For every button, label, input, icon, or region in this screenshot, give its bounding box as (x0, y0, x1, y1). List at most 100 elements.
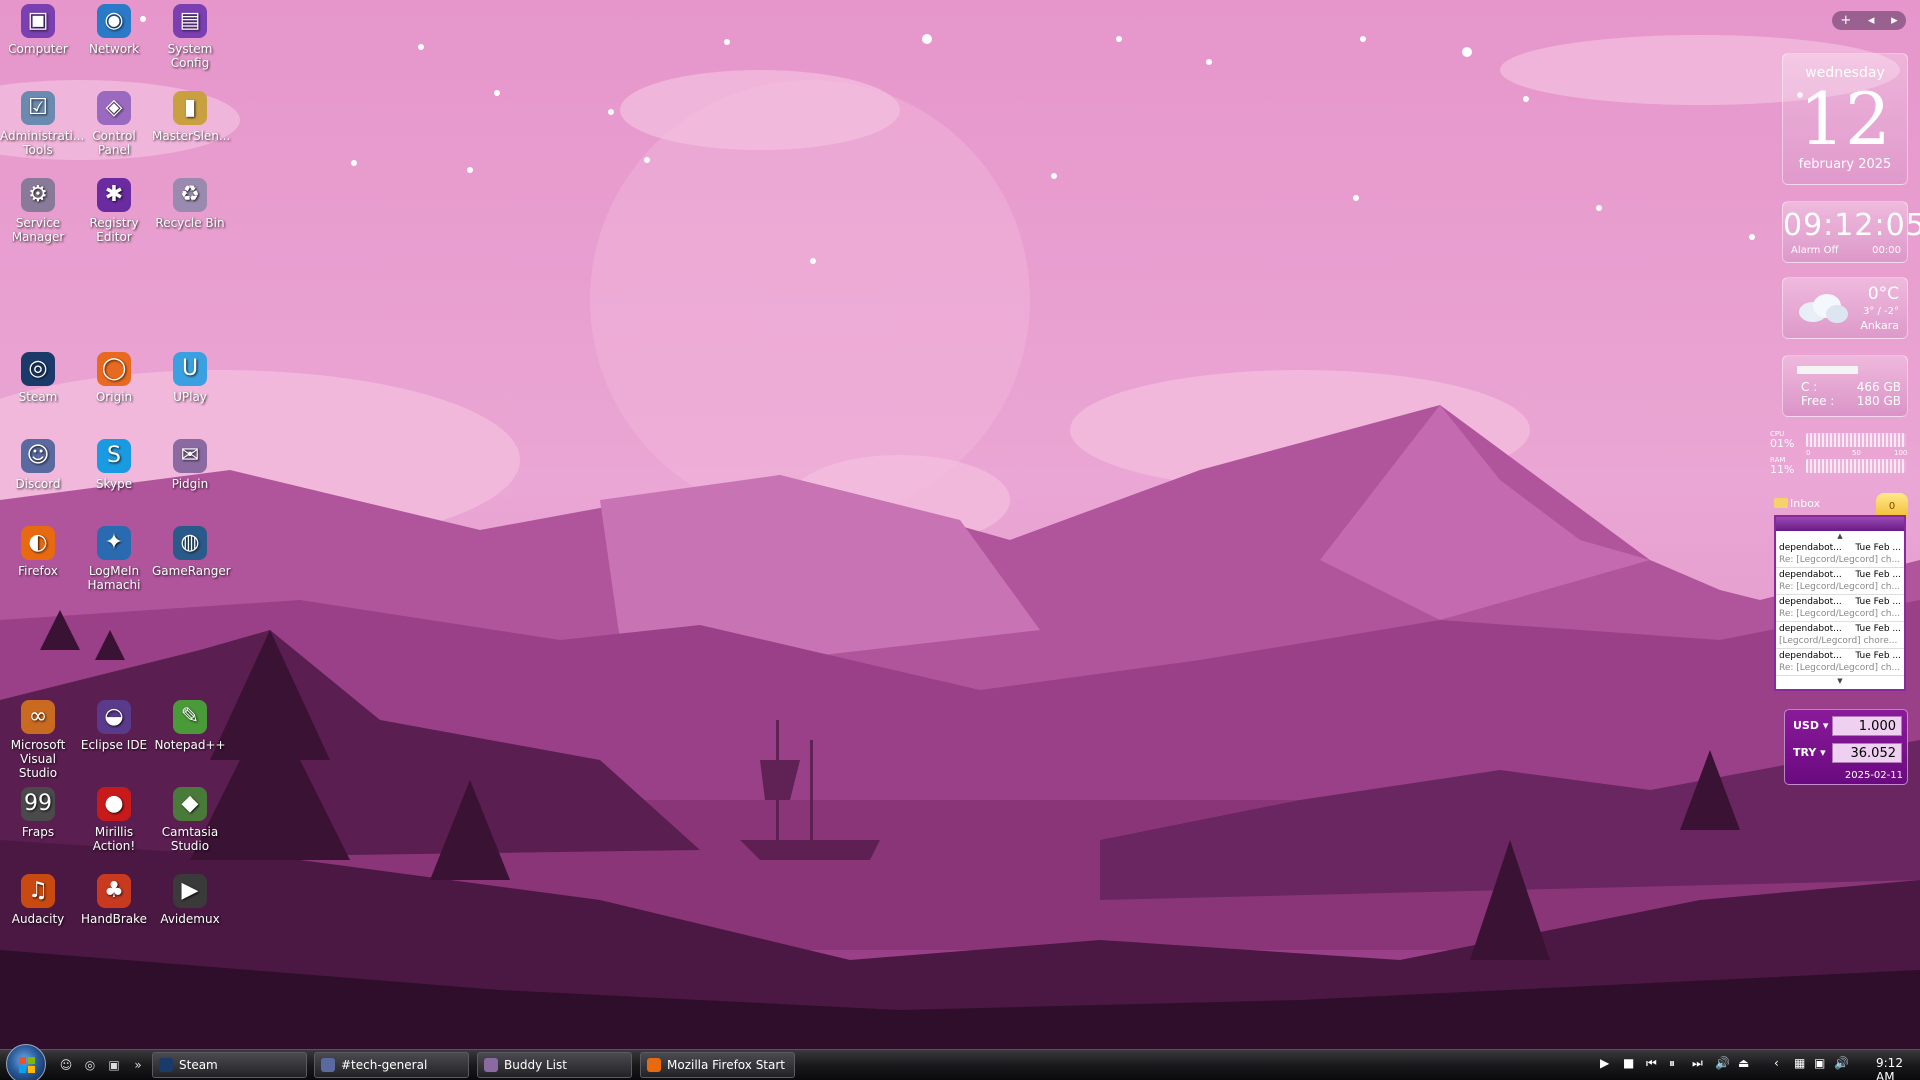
mail-item[interactable]: dependabot... Tue Feb ... Re: [Legcord/Leg… (1776, 541, 1904, 568)
app-icon: ◍ (173, 526, 207, 560)
desktop-icon[interactable]: ◈ Control Panel (76, 91, 152, 157)
quick-launch-icon[interactable]: » (130, 1057, 146, 1073)
desktop-icon[interactable]: ✦ LogMeIn Hamachi (76, 526, 152, 592)
desktop-icon[interactable]: 99 Fraps (0, 787, 76, 839)
desktop-icon-label: Microsoft Visual Studio (10, 738, 66, 780)
tray-icon[interactable]: 🔊 (1834, 1056, 1849, 1070)
desktop-icon[interactable]: S Skype (76, 439, 152, 491)
wallpaper (0, 0, 1920, 1080)
mail-folder-title: Inbox (1790, 497, 1821, 510)
app-icon: U (173, 352, 207, 386)
desktop-icon-label: Control Panel (92, 129, 136, 157)
app-icon: ♫ (21, 874, 55, 908)
desktop-icon[interactable]: ✎ Notepad++ (152, 700, 228, 752)
desktop-icon[interactable]: ◯ Origin (76, 352, 152, 404)
desktop-icon[interactable]: ✱ Registry Editor (76, 178, 152, 244)
start-button[interactable] (6, 1044, 46, 1080)
quick-launch-icon[interactable]: ☺ (58, 1057, 74, 1073)
media-control-icon[interactable]: 🔊 (1715, 1056, 1730, 1070)
taskbar-button[interactable]: Steam (152, 1052, 307, 1078)
media-control-icon[interactable]: ⏏ (1738, 1056, 1749, 1070)
desktop-icon[interactable]: ☑ Administrati... Tools (0, 91, 84, 157)
desktop-icon[interactable]: ☺ Discord (0, 439, 76, 491)
calendar-day: 12 (1799, 77, 1891, 161)
next-page-button[interactable]: ▸ (1891, 13, 1898, 28)
desktop-icon[interactable]: ▣ Computer (0, 4, 76, 56)
desktop-icon-label: LogMeIn Hamachi (87, 564, 141, 592)
media-control-icon[interactable]: ⏮ (1646, 1056, 1657, 1071)
free-size: 180 GB (1856, 394, 1901, 408)
desktop-icon[interactable]: ✉ Pidgin (152, 439, 228, 491)
mail-item[interactable]: dependabot... Tue Feb ... Re: [Legcord/Leg… (1776, 649, 1904, 676)
taskbar-button[interactable]: Mozilla Firefox Start ... (640, 1052, 795, 1078)
tray-icon[interactable]: ▣ (1814, 1056, 1825, 1070)
desktop-icon[interactable]: ◎ Steam (0, 352, 76, 404)
task-icon (484, 1058, 498, 1072)
media-control-icon[interactable]: ▶ (1600, 1056, 1609, 1070)
desktop-icon[interactable]: ▮ MasterSlen... (152, 91, 230, 143)
desktop-icon[interactable]: ♣ HandBrake (76, 874, 152, 926)
desktop-icon[interactable]: ◆ Camtasia Studio (152, 787, 228, 853)
desktop-icon[interactable]: ♫ Audacity (0, 874, 76, 926)
ram-meter (1806, 459, 1906, 473)
desktop-icon[interactable]: ◐ Firefox (0, 526, 76, 578)
drive-gadget[interactable]: C : 466 GB Free : 180 GB (1782, 355, 1908, 417)
tray-icon[interactable]: ‹ (1774, 1056, 1779, 1070)
mail-toolbar[interactable] (1776, 517, 1904, 531)
mail-subject: Re: [Legcord/Legcord] ch... (1779, 582, 1901, 592)
mail-item[interactable]: dependabot... Tue Feb ... Re: [Legcord/Leg… (1776, 595, 1904, 622)
tray-icon[interactable]: ▦ (1794, 1056, 1805, 1070)
media-control-icon[interactable]: ⏭ (1692, 1056, 1703, 1071)
add-gadget-button[interactable]: + (1840, 13, 1851, 28)
desktop-icon[interactable]: ▤ System Config (152, 4, 228, 70)
calendar-gadget[interactable]: wednesday 12 february 2025 (1782, 53, 1908, 185)
desktop-icon-label: Pidgin (171, 477, 209, 491)
to-amount-input[interactable]: 36.052 (1832, 743, 1902, 763)
app-icon: ◈ (97, 91, 131, 125)
desktop-icon-label: Computer (8, 42, 68, 56)
drive-size: 466 GB (1856, 380, 1901, 394)
from-amount-input[interactable]: 1.000 (1832, 716, 1902, 736)
scroll-up-icon[interactable]: ▲ (1776, 531, 1904, 541)
desktop-icon-label: Camtasia Studio (161, 825, 219, 853)
to-currency-select[interactable]: TRY ▾ (1793, 746, 1826, 759)
taskbar-clock[interactable]: 9:12 AM (1876, 1056, 1920, 1080)
desktop-icon[interactable]: ◍ GameRanger (152, 526, 231, 578)
quick-launch-icon[interactable]: ◎ (82, 1057, 98, 1073)
taskbar-button[interactable]: #tech-general (314, 1052, 469, 1078)
folder-icon (1774, 498, 1788, 508)
mail-item[interactable]: dependabot... Tue Feb ... [Legcord/Legcord… (1776, 622, 1904, 649)
desktop-icon[interactable]: ♻ Recycle Bin (152, 178, 228, 230)
desktop-icon[interactable]: ⚙ Service Manager (0, 178, 76, 244)
taskbar-button-label: Mozilla Firefox Start ... (667, 1058, 786, 1072)
from-currency-select[interactable]: USD ▾ (1793, 719, 1828, 732)
task-icon (159, 1058, 173, 1072)
sidebar-controls: + ◂ ▸ (1832, 11, 1906, 30)
desktop-icon[interactable]: ● Mirillis Action! (76, 787, 152, 853)
app-icon: ▣ (21, 4, 55, 38)
weather-gadget[interactable]: 0°C 3° / -2° Ankara (1782, 277, 1908, 339)
quick-launch-icon[interactable]: ▣ (106, 1057, 122, 1073)
cpu-meter-gadget[interactable]: CPU 01% 0 50 100 RAM 11% (1768, 430, 1908, 480)
desktop-icon-label: Origin (95, 390, 133, 404)
taskbar-button[interactable]: Buddy List (477, 1052, 632, 1078)
desktop-icon-label: Notepad++ (154, 738, 226, 752)
mail-subject: Re: [Legcord/Legcord] ch... (1779, 555, 1901, 565)
desktop-icon[interactable]: ◒ Eclipse IDE (76, 700, 152, 752)
mail-gadget[interactable]: Inbox 0 ▲ dependabot... Tue Feb ... Re: [L… (1772, 493, 1908, 692)
desktop-icon[interactable]: ◉ Network (76, 4, 152, 56)
app-icon: ◉ (97, 4, 131, 38)
media-control-icon[interactable]: ■ (1623, 1056, 1634, 1070)
scroll-down-icon[interactable]: ▼ (1776, 676, 1904, 686)
media-control-icon[interactable]: ⏸ (1669, 1056, 1675, 1071)
prev-page-button[interactable]: ◂ (1868, 13, 1875, 28)
desktop-icon[interactable]: U UPlay (152, 352, 228, 404)
desktop-icon-label: Audacity (11, 912, 65, 926)
currency-gadget[interactable]: USD ▾ 1.000 TRY ▾ 36.052 2025-02-11 (1784, 709, 1908, 785)
desktop-icon[interactable]: ▶ Avidemux (152, 874, 228, 926)
desktop-icon-label: System Config (167, 42, 213, 70)
desktop-icon[interactable]: ∞ Microsoft Visual Studio (0, 700, 76, 780)
mail-item[interactable]: dependabot... Tue Feb ... Re: [Legcord/Leg… (1776, 568, 1904, 595)
cpu-meter (1806, 433, 1906, 447)
clock-gadget[interactable]: 09:12:05 Alarm Off 00:00 (1782, 201, 1920, 263)
